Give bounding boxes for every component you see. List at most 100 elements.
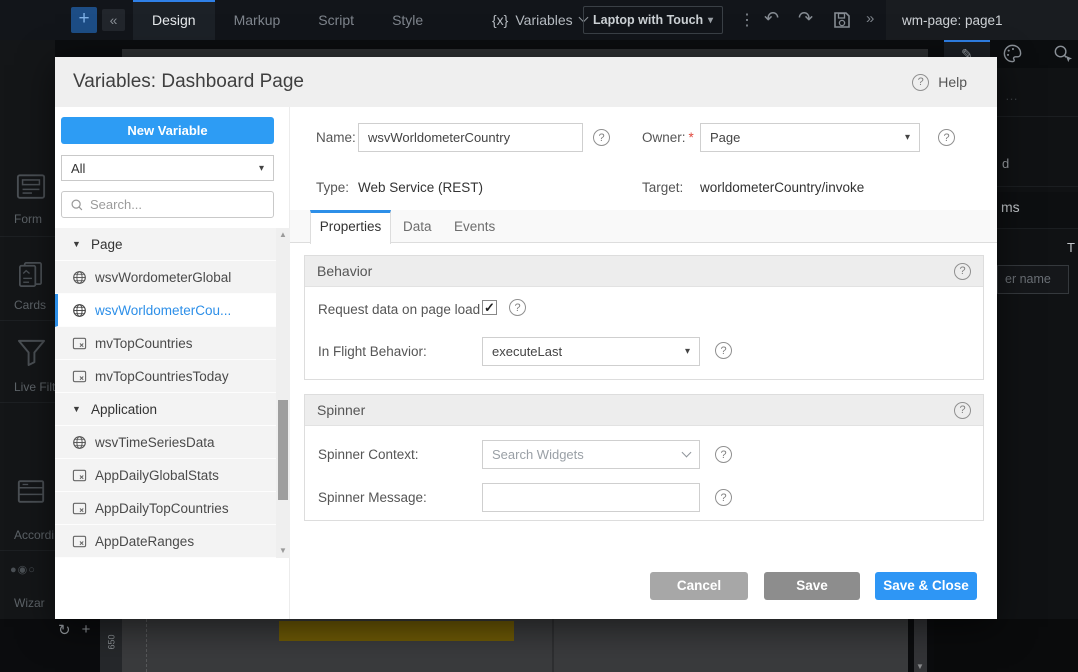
caret-down-icon: ▾ — [685, 346, 690, 357]
spinner-message-help-icon[interactable]: ? — [715, 489, 732, 506]
expand-right-icon[interactable]: » — [866, 10, 874, 27]
owner-label: Owner:* — [642, 130, 694, 145]
variable-wsvWorldometerCountry-selected[interactable]: wsvWorldometerCou... — [55, 294, 290, 327]
redo-icon[interactable]: ↷ — [798, 8, 813, 29]
model-variable-icon — [72, 369, 87, 384]
caret-down-icon: ▾ — [259, 163, 264, 174]
variables-menu[interactable]: {x} Variables — [492, 0, 587, 40]
chevron-down-icon — [682, 447, 692, 457]
request-data-checkbox[interactable]: ✓ — [482, 300, 497, 315]
caret-down-icon: ▾ — [708, 15, 713, 26]
model-variable-icon — [72, 534, 87, 549]
group-application[interactable]: ▼ Application — [55, 393, 290, 426]
scroll-down-icon: ▼ — [279, 546, 287, 555]
collapse-left-icon[interactable]: « — [102, 9, 125, 31]
variable-list-scrollbar[interactable]: ▲ ▼ — [276, 228, 290, 558]
panel-name-input-partial[interactable]: er name — [997, 265, 1069, 294]
undo-icon[interactable]: ↶ — [764, 8, 779, 29]
palette-item-wizard[interactable]: Wizar — [14, 596, 45, 610]
new-variable-button[interactable]: New Variable — [61, 117, 274, 144]
behavior-help-icon[interactable]: ? — [954, 263, 971, 280]
save-and-close-button[interactable]: Save & Close — [875, 572, 977, 600]
variable-search[interactable] — [61, 191, 274, 218]
mode-tabs: Design Markup Script Style — [133, 0, 442, 40]
request-data-help-icon[interactable]: ? — [509, 299, 526, 316]
cancel-button[interactable]: Cancel — [650, 572, 748, 600]
variables-icon: {x} — [492, 12, 508, 28]
variable-wsvTimeSeriesData[interactable]: wsvTimeSeriesData — [55, 426, 290, 459]
variable-AppDailyGlobalStats[interactable]: AppDailyGlobalStats — [55, 459, 290, 492]
variable-wsvWordometerGlobal[interactable]: wsvWordometerGlobal — [55, 261, 290, 294]
panel-ellipsis: … — [1005, 88, 1018, 103]
plus-icon[interactable]: + — [82, 621, 91, 639]
inflight-help-icon[interactable]: ? — [715, 342, 732, 359]
spinner-context-label: Spinner Context: — [318, 447, 419, 462]
accordion-widget-icon[interactable] — [16, 478, 46, 510]
spinner-context-select[interactable]: Search Widgets — [482, 440, 700, 469]
search-input[interactable] — [90, 197, 265, 212]
spinner-help-icon[interactable]: ? — [954, 402, 971, 419]
inflight-behavior-select[interactable]: executeLast ▾ — [482, 337, 700, 366]
tab-markup[interactable]: Markup — [215, 0, 300, 40]
inflight-behavior-label: In Flight Behavior: — [318, 344, 427, 359]
spinner-section-title: Spinner — [317, 402, 365, 418]
wizard-widget-icon[interactable]: ●◉○ — [10, 563, 36, 576]
name-label: Name:* — [316, 130, 364, 145]
spinner-context-help-icon[interactable]: ? — [715, 446, 732, 463]
model-variable-icon — [72, 501, 87, 516]
type-value: Web Service (REST) — [358, 180, 483, 195]
spinner-message-label: Spinner Message: — [318, 490, 427, 505]
variable-filter-select[interactable]: All ▾ — [61, 155, 274, 181]
tab-data[interactable]: Data — [403, 210, 432, 243]
refresh-icon[interactable]: ↻ — [58, 621, 71, 639]
cards-widget-icon[interactable] — [16, 260, 45, 294]
tab-design[interactable]: Design — [133, 0, 215, 40]
owner-help-icon[interactable]: ? — [938, 129, 955, 146]
detail-tabbar: Properties Data Events — [290, 210, 997, 243]
spinner-message-input[interactable] — [482, 483, 700, 512]
tab-properties[interactable]: Properties — [310, 210, 391, 244]
save-icon[interactable] — [832, 10, 852, 35]
more-options-icon[interactable]: ⋮ — [739, 10, 755, 30]
variable-AppDateRanges[interactable]: AppDateRanges — [55, 525, 290, 558]
palette-item-cards[interactable]: Cards — [14, 298, 46, 312]
form-widget-icon[interactable] — [16, 173, 46, 205]
ide-topbar: + « Design Markup Script Style {x} Varia… — [0, 0, 1078, 40]
group-arrow-icon: ▼ — [72, 239, 83, 249]
ruler-label: 650 — [107, 634, 117, 649]
name-help-icon[interactable]: ? — [593, 129, 610, 146]
caret-down-icon: ▾ — [905, 132, 910, 143]
add-button[interactable]: + — [71, 7, 97, 33]
variables-sidebar: New Variable All ▾ ▼ Page wsvWordometerG… — [55, 107, 290, 619]
scrollbar-thumb[interactable] — [278, 400, 288, 500]
variables-label: Variables — [515, 12, 572, 28]
group-page[interactable]: ▼ Page — [55, 228, 290, 261]
tab-style[interactable]: Style — [373, 0, 442, 40]
variable-detail-pane: Name:* ? Owner:* Page ▾ ? Type: Web Serv… — [290, 107, 997, 619]
owner-select[interactable]: Page ▾ — [700, 123, 920, 152]
device-select[interactable]: Laptop with Touch ▾ — [583, 6, 723, 34]
variable-mvTopCountriesToday[interactable]: mvTopCountriesToday — [55, 360, 290, 393]
live-filter-widget-icon[interactable] — [16, 338, 47, 372]
save-button[interactable]: Save — [764, 572, 860, 600]
panel-partial-text-3: T — [1067, 240, 1075, 255]
scroll-down-icon: ▼ — [916, 662, 924, 671]
palette-item-form[interactable]: Form — [14, 212, 42, 226]
tab-events[interactable]: Events — [454, 210, 495, 243]
web-service-icon — [72, 435, 87, 450]
variable-name-input[interactable] — [358, 123, 583, 152]
variable-AppDailyTopCountries[interactable]: AppDailyTopCountries — [55, 492, 290, 525]
inspect-widget-icon[interactable] — [1052, 43, 1073, 69]
palette-item-accordion[interactable]: Accordi — [14, 528, 54, 542]
canvas-scrollbar[interactable]: ▼ — [914, 619, 927, 672]
tab-script[interactable]: Script — [299, 0, 373, 40]
request-data-label: Request data on page load — [318, 302, 480, 317]
help-button[interactable]: ? Help — [912, 74, 967, 91]
dialog-title: Variables: Dashboard Page — [73, 71, 304, 93]
page-breadcrumb: wm-page: page1 — [886, 0, 1078, 40]
type-label: Type: — [316, 180, 349, 195]
theme-palette-icon[interactable] — [1002, 43, 1023, 69]
variable-mvTopCountries[interactable]: mvTopCountries — [55, 327, 290, 360]
design-canvas-bottom: ↻ + 650 ▼ — [0, 619, 1078, 672]
palette-item-live-filter[interactable]: Live Filt — [14, 380, 55, 394]
